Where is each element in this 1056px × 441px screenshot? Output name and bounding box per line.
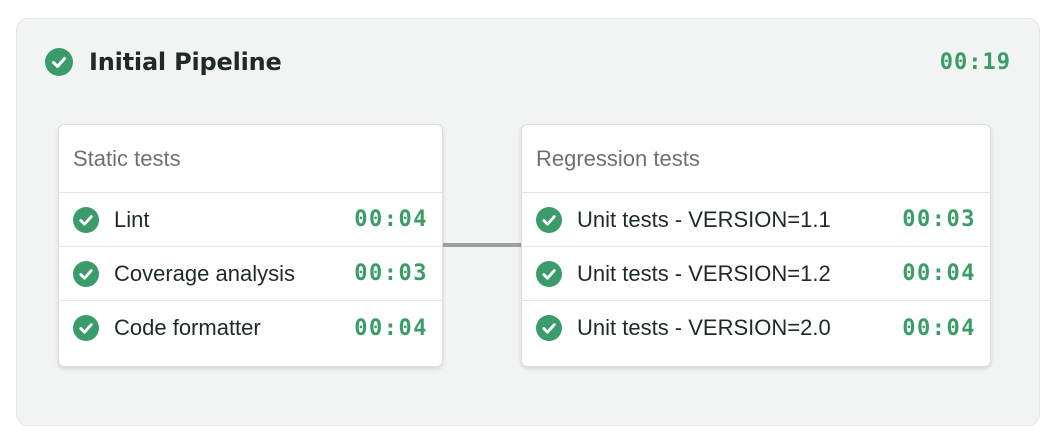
block-connector-line xyxy=(443,243,521,247)
check-circle-icon xyxy=(73,260,99,287)
job-duration: 00:04 xyxy=(902,315,976,341)
job-row-code-formatter[interactable]: Code formatter 00:04 xyxy=(59,301,442,355)
job-name: Unit tests - VERSION=2.0 xyxy=(577,315,831,340)
job-row-unit-tests-2-0[interactable]: Unit tests - VERSION=2.0 00:04 xyxy=(522,301,990,355)
job-duration: 00:04 xyxy=(354,315,428,341)
job-row-unit-tests-1-2[interactable]: Unit tests - VERSION=1.2 00:04 xyxy=(522,247,990,301)
job-name: Code formatter xyxy=(114,315,261,340)
pipeline-title-group[interactable]: Initial Pipeline xyxy=(45,48,282,76)
job-duration: 00:03 xyxy=(902,207,976,232)
check-circle-icon xyxy=(536,315,562,341)
job-name: Lint xyxy=(114,206,150,232)
check-circle-icon xyxy=(73,206,99,233)
block-static-tests: Static tests Lint 00:04 Coverage analysi… xyxy=(58,124,443,367)
check-circle-icon xyxy=(45,48,73,76)
job-duration: 00:04 xyxy=(902,261,976,286)
check-circle-icon xyxy=(536,206,562,233)
block-regression-tests: Regression tests Unit tests - VERSION=1.… xyxy=(521,124,991,367)
job-row-unit-tests-1-1[interactable]: Unit tests - VERSION=1.1 00:03 xyxy=(522,193,990,247)
job-row-coverage-analysis[interactable]: Coverage analysis 00:03 xyxy=(59,247,442,301)
pipeline-title: Initial Pipeline xyxy=(89,48,282,76)
check-circle-icon xyxy=(536,260,562,287)
pipeline-panel: Initial Pipeline 00:19 Static tests Lint… xyxy=(16,18,1040,426)
pipeline-header: Initial Pipeline 00:19 xyxy=(45,47,1011,77)
job-row-lint[interactable]: Lint 00:04 xyxy=(59,193,442,247)
job-name: Coverage analysis xyxy=(114,260,295,286)
block-title: Static tests xyxy=(59,125,442,193)
check-circle-icon xyxy=(73,315,99,341)
pipeline-duration: 00:19 xyxy=(939,49,1011,75)
job-duration: 00:04 xyxy=(354,207,428,232)
block-title: Regression tests xyxy=(522,125,990,193)
job-name: Unit tests - VERSION=1.2 xyxy=(577,260,831,286)
job-name: Unit tests - VERSION=1.1 xyxy=(577,206,831,232)
job-duration: 00:03 xyxy=(354,261,428,286)
